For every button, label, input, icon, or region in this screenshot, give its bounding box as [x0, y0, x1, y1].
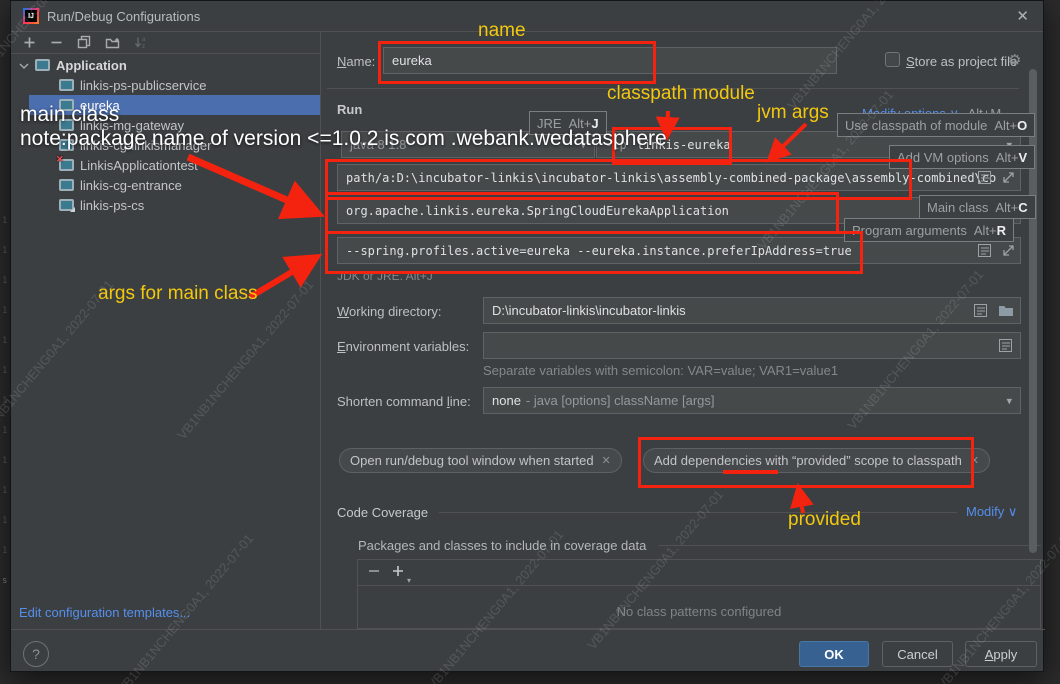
screen: 1 1 1 1 1 1 1 1 1 1 1 1 s IJ Run/Debug C…: [0, 0, 1060, 684]
main-class-hint: Main classAlt+C: [919, 195, 1036, 219]
environment-variables-label: Environment variables:: [337, 339, 469, 354]
chevron-down-icon: ∨: [1008, 504, 1018, 519]
paste-history-icon[interactable]: [998, 338, 1013, 358]
remove-tag-icon[interactable]: ✕: [602, 454, 611, 467]
tree-item-linkis-cg-entrance[interactable]: linkis-cg-entrance: [11, 175, 320, 195]
run-config-icon: [59, 79, 74, 91]
environment-variables-hint: Separate variables with semicolon: VAR=v…: [483, 363, 838, 378]
close-icon[interactable]: ✕: [1016, 7, 1029, 25]
cancel-button[interactable]: Cancel: [882, 641, 953, 667]
svg-text:a: a: [142, 37, 146, 43]
divider: [439, 512, 957, 513]
annotation-underline-provided: [723, 470, 778, 474]
tree-item-label: linkis-ps-publicservice: [80, 78, 206, 93]
run-debug-configurations-dialog: IJ Run/Debug Configurations ✕ az Applica…: [10, 0, 1044, 672]
apply-button[interactable]: Apply: [965, 641, 1037, 667]
use-classpath-hint: Use classpath of moduleAlt+O: [837, 113, 1035, 137]
annotation-provided-label: provided: [788, 509, 861, 531]
coverage-modify-link[interactable]: Modify ∨: [966, 504, 1017, 520]
open-tool-window-tag[interactable]: Open run/debug tool window when started …: [339, 448, 622, 473]
paste-history-icon[interactable]: [977, 243, 992, 263]
new-folder-icon[interactable]: [105, 36, 120, 49]
annotation-classpath-module-label: classpath module: [607, 83, 755, 105]
chevron-expanded-icon[interactable]: [19, 58, 29, 73]
tree-node-application[interactable]: Application: [11, 55, 320, 75]
add-pattern-icon[interactable]: ▾: [392, 564, 404, 582]
provided-scope-tag[interactable]: Add dependencies with “provided” scope t…: [643, 448, 990, 473]
run-section-label: Run: [337, 102, 362, 117]
svg-text:z: z: [142, 44, 145, 49]
run-config-shared-icon: [59, 199, 74, 211]
tree-item-linkis-ps-publicservice[interactable]: linkis-ps-publicservice: [11, 75, 320, 95]
chevron-down-icon: ▾: [1006, 394, 1012, 407]
application-type-icon: [35, 59, 50, 71]
tree-node-label: Application: [56, 58, 127, 73]
tree-item-label: linkis-ps-cs: [80, 198, 144, 213]
remove-pattern-icon[interactable]: [368, 564, 380, 582]
jdk-or-jre-hint: JDK or JRE. Alt+J: [337, 269, 433, 283]
tree-item-linkis-ps-cs[interactable]: linkis-ps-cs: [11, 195, 320, 215]
working-directory-label: Working directory:: [337, 304, 442, 319]
intellij-logo-icon: IJ: [23, 8, 39, 24]
sidebar-toolbar: az: [11, 31, 320, 54]
add-vm-options-hint: Add VM optionsAlt+V: [889, 145, 1035, 169]
annotation-note-text: note:package name of version <=1.0.2 is …: [20, 127, 667, 151]
name-label: Name:: [337, 54, 375, 69]
annotation-args-for-main-label: args for main class: [98, 283, 257, 305]
add-configuration-icon[interactable]: [23, 36, 36, 49]
empty-table-message: No class patterns configured: [358, 604, 1040, 619]
annotation-name-label: name: [478, 20, 526, 42]
run-config-icon: [59, 179, 74, 191]
expand-field-icon[interactable]: [1001, 170, 1016, 190]
shorten-command-line-select[interactable]: none - java [options] className [args] ▾: [483, 387, 1021, 414]
copy-configuration-icon[interactable]: [77, 35, 91, 49]
edit-configuration-templates-link[interactable]: Edit configuration templates...: [19, 605, 190, 620]
paste-history-icon[interactable]: [977, 170, 992, 190]
sort-configurations-icon[interactable]: az: [134, 36, 148, 49]
expand-field-icon[interactable]: [1001, 243, 1016, 263]
coverage-table-toolbar: ▾: [358, 560, 1040, 586]
ok-button[interactable]: OK: [799, 641, 869, 667]
remove-tag-icon[interactable]: ✕: [970, 454, 979, 467]
program-arguments-hint: Program argumentsAlt+R: [844, 218, 1014, 242]
browse-folder-icon[interactable]: [998, 303, 1014, 322]
footer-divider: [11, 629, 1045, 630]
environment-variables-input[interactable]: [483, 332, 1021, 359]
tree-item-linkisapplicationtest[interactable]: LinkisApplicationtest: [11, 155, 320, 175]
vertical-scrollbar[interactable]: [1029, 69, 1037, 553]
remove-configuration-icon[interactable]: [50, 36, 63, 49]
divider: [659, 545, 1041, 546]
paste-history-icon[interactable]: [973, 303, 988, 323]
working-directory-input[interactable]: D:\incubator-linkis\incubator-linkis: [483, 297, 1021, 324]
provided-word: provided: [796, 453, 846, 468]
dialog-title: Run/Debug Configurations: [47, 9, 200, 24]
annotation-jvm-args-label: jvm args: [757, 102, 829, 124]
run-config-error-icon: [59, 159, 74, 171]
tree-item-label: linkis-cg-entrance: [80, 178, 182, 193]
gear-icon[interactable]: ⚙: [1008, 51, 1021, 69]
title-bar: IJ Run/Debug Configurations ✕: [11, 1, 1043, 32]
tree-item-label: LinkisApplicationtest: [80, 158, 198, 173]
coverage-patterns-table: ▾ No class patterns configured: [357, 559, 1041, 629]
name-input[interactable]: eureka: [383, 47, 837, 74]
help-button[interactable]: ?: [23, 641, 49, 667]
store-as-project-file-checkbox[interactable]: [885, 52, 900, 67]
annotation-main-class-label: main class: [20, 103, 119, 127]
code-coverage-section-label: Code Coverage: [337, 505, 428, 520]
store-as-project-file-label: Store as project file: [906, 54, 1017, 69]
shorten-command-line-label: Shorten command line:: [337, 394, 471, 409]
packages-include-label: Packages and classes to include in cover…: [358, 538, 646, 553]
